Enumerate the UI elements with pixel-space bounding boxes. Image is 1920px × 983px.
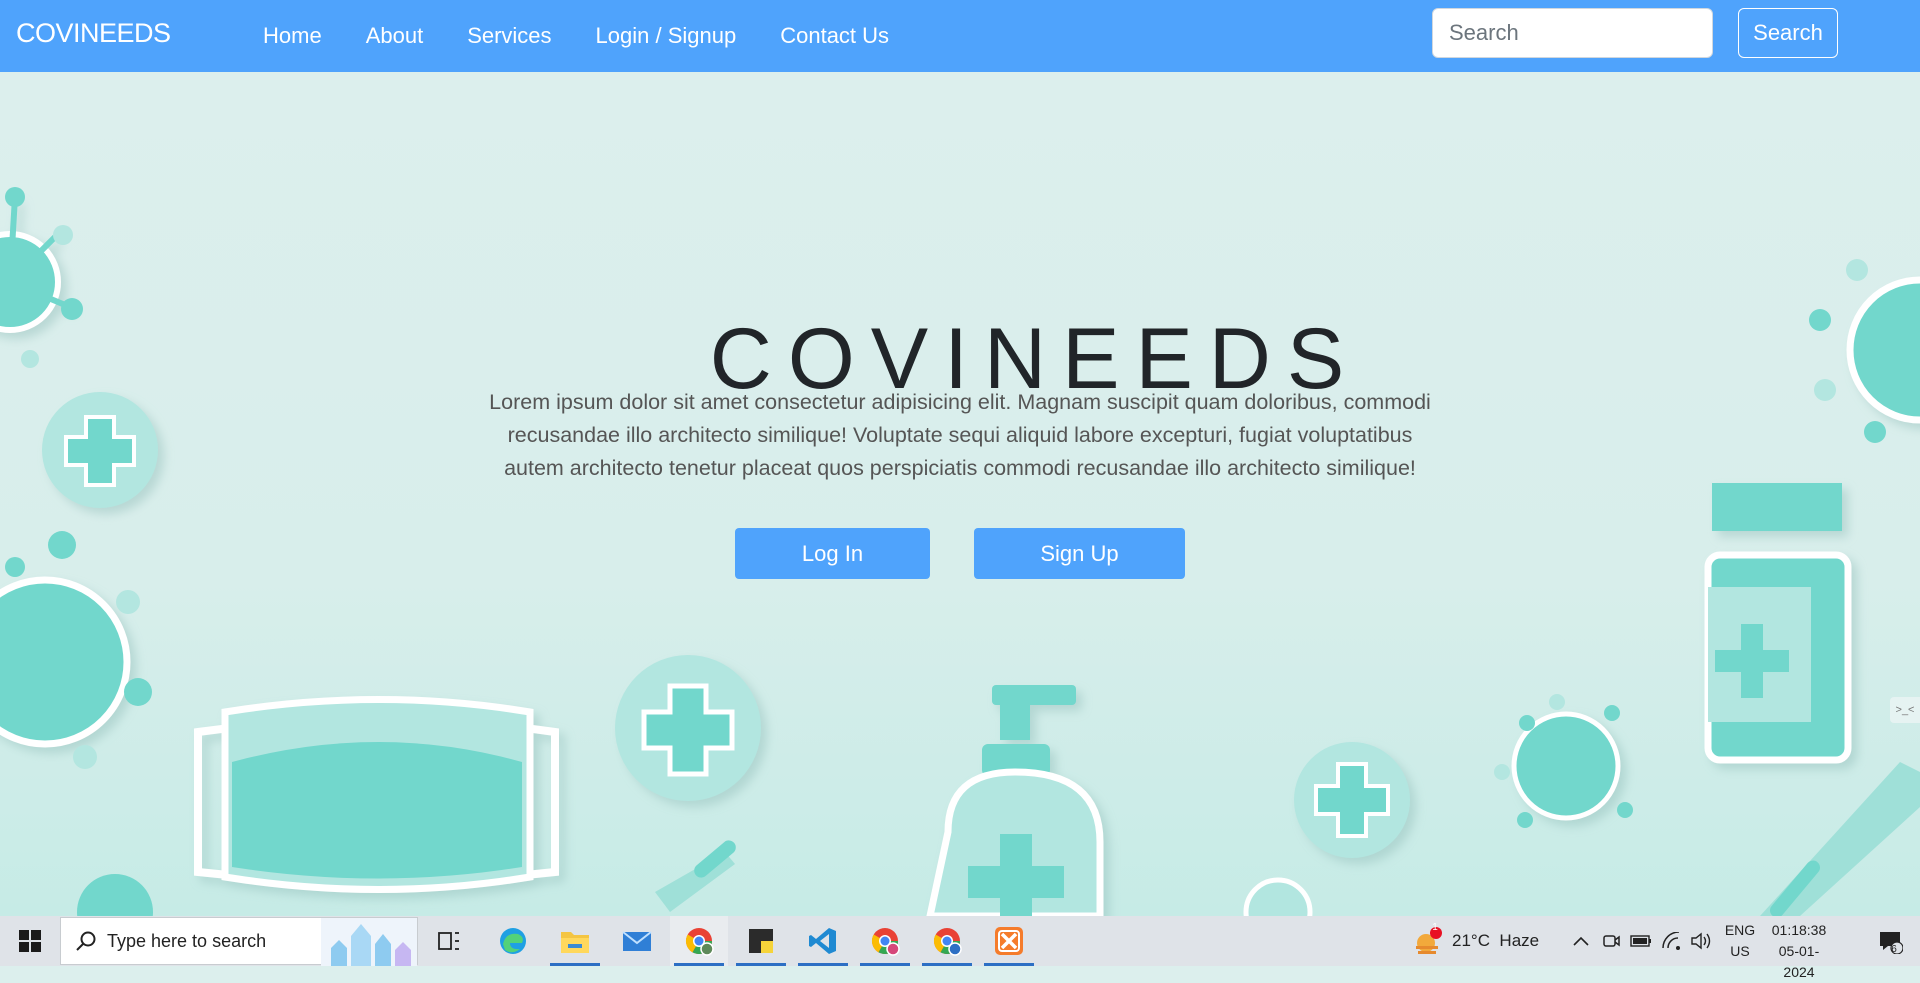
camera-icon: [1603, 935, 1620, 947]
network-icon[interactable]: [1658, 916, 1684, 966]
taskbar-search-placeholder: Type here to search: [107, 930, 267, 951]
start-button[interactable]: [0, 916, 60, 966]
thermometer-icon: [655, 840, 736, 912]
taskbar-app-chrome-profile-a[interactable]: [918, 916, 976, 966]
speaker-icon: [1691, 932, 1711, 950]
notification-center-button[interactable]: 6: [1868, 916, 1912, 966]
notification-count: 6: [1891, 944, 1897, 955]
sticky-notes-icon: [749, 929, 773, 953]
taskbar-search-box[interactable]: Type here to search: [60, 917, 418, 966]
language-code: ENG: [1724, 922, 1756, 938]
weather-text: 21°C Haze: [1452, 931, 1540, 950]
chrome-icon: [871, 928, 900, 956]
wifi-icon: [1662, 932, 1680, 950]
hero-description: Lorem ipsum dolor sit amet consectetur a…: [489, 389, 1431, 480]
chrome-icon: [685, 928, 714, 956]
plus-badge-icon: [42, 392, 158, 508]
chrome-icon: [933, 928, 962, 956]
volume-icon[interactable]: [1688, 916, 1714, 966]
nav-link-home[interactable]: Home: [263, 23, 322, 49]
face-mask-icon: [194, 696, 559, 893]
taskbar-app-mail[interactable]: [608, 916, 666, 966]
search-icon: [76, 931, 96, 951]
windows-taskbar: Type here to search 1 21°C Haze ENG US 0…: [0, 916, 1920, 980]
thermometer-icon: [1760, 762, 1920, 916]
plus-badge-icon: [615, 655, 761, 801]
hero-section: COVINEEDS Lorem ipsum dolor sit amet con…: [0, 72, 1920, 916]
medical-illustration: [0, 187, 1920, 916]
battery-status-icon: [1630, 935, 1651, 947]
clock-time: 01:18:38: [1771, 922, 1827, 938]
search-highlight-image: [321, 918, 417, 966]
nav-link-login-signup[interactable]: Login / Signup: [596, 23, 737, 49]
taskbar-app-edge[interactable]: [484, 916, 542, 966]
nav-link-services[interactable]: Services: [467, 23, 551, 49]
chevron-up-icon: [1573, 936, 1589, 946]
taskbar-app-vscode[interactable]: [794, 916, 852, 966]
nav-link-about[interactable]: About: [366, 23, 424, 49]
virus-icon: [0, 576, 131, 748]
xampp-icon: [995, 927, 1023, 955]
side-panel-handle[interactable]: >_<: [1890, 697, 1920, 723]
input-language-indicator[interactable]: ENG US: [1722, 920, 1758, 962]
task-view-button[interactable]: [420, 916, 478, 966]
login-button[interactable]: Log In: [735, 528, 930, 579]
task-view-icon: [438, 932, 459, 950]
mail-icon: [622, 931, 652, 951]
nav-links: Home About Services Login / Signup Conta…: [241, 0, 911, 72]
show-hidden-icons-button[interactable]: [1568, 916, 1594, 966]
language-region: US: [1730, 943, 1750, 959]
navbar: COVINEEDS Home About Services Login / Si…: [0, 0, 1920, 72]
taskbar-app-chrome[interactable]: [670, 916, 728, 966]
search-button[interactable]: Search: [1738, 8, 1838, 58]
signup-button[interactable]: Sign Up: [974, 528, 1185, 579]
taskbar-clock[interactable]: 01:18:38 05-01-2024: [1768, 920, 1830, 983]
search-input[interactable]: [1432, 8, 1713, 58]
weather-alert-badge: 1: [1432, 922, 1438, 933]
battery-icon[interactable]: [1628, 916, 1654, 966]
edge-browser-icon: [500, 928, 526, 954]
taskbar-app-xampp[interactable]: [980, 916, 1038, 966]
weather-widget[interactable]: 1 21°C Haze: [1412, 916, 1552, 966]
vscode-icon: [809, 928, 836, 954]
taskbar-app-chrome-profile-s[interactable]: [856, 916, 914, 966]
windows-logo-icon: [19, 930, 41, 952]
meet-now-icon[interactable]: [1598, 916, 1624, 966]
clock-date: 05-01-2024: [1778, 943, 1820, 980]
plus-badge-icon: [1294, 742, 1410, 858]
sanitizer-bottle-icon: [926, 685, 1104, 916]
taskbar-app-file-explorer[interactable]: [546, 916, 604, 966]
brand-logo[interactable]: COVINEEDS: [16, 18, 171, 49]
pill-bottle-icon: [1704, 483, 1852, 764]
taskbar-app-sticky-notes[interactable]: [732, 916, 790, 966]
nav-link-contact-us[interactable]: Contact Us: [780, 23, 889, 49]
folder-icon: [561, 932, 589, 953]
